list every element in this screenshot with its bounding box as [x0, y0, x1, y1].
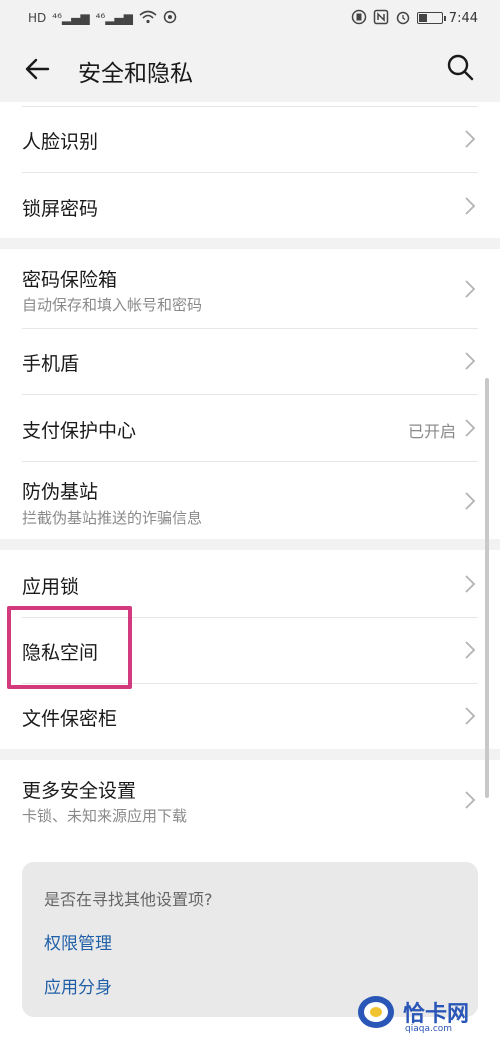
row-title: 应用锁	[22, 576, 80, 598]
row-lock-screen-password[interactable]: 锁屏密码	[0, 172, 500, 238]
row-more-security-settings[interactable]: 更多安全设置 卡锁、未知来源应用下载	[0, 760, 500, 840]
battery-fill	[418, 14, 427, 22]
row-title: 更多安全设置	[22, 780, 137, 802]
chevron-right-icon	[465, 197, 476, 215]
row-title: 防伪基站	[22, 481, 99, 503]
chevron-right-icon	[465, 280, 476, 298]
link-permission-management[interactable]: 权限管理	[44, 929, 112, 954]
row-title: 密码保险箱	[22, 269, 118, 291]
search-icon[interactable]	[444, 51, 476, 83]
row-fake-base-station[interactable]: 防伪基站 拦截伪基站推送的诈骗信息	[0, 461, 500, 539]
status-time: 7:44	[448, 10, 478, 26]
section-biometrics: 人脸识别 锁屏密码	[0, 102, 500, 238]
status-right: 7:44	[351, 9, 478, 28]
chevron-right-icon	[465, 575, 476, 593]
suggestion-question: 是否在寻找其他设置项?	[44, 890, 213, 909]
status-bar: HD ⁴⁶▂▄▆ ⁴⁶▂▄▆ 7:44	[0, 0, 500, 36]
row-payment-protection[interactable]: 支付保护中心 已开启	[0, 394, 500, 461]
signal-4g-icon-2: ⁴⁶▂▄▆	[95, 11, 133, 25]
row-subtitle: 卡锁、未知来源应用下载	[22, 807, 188, 825]
wifi-icon	[139, 10, 157, 27]
status-left: HD ⁴⁶▂▄▆ ⁴⁶▂▄▆	[28, 10, 177, 27]
row-file-safe[interactable]: 文件保密柜	[0, 683, 500, 749]
row-title: 人脸识别	[22, 131, 99, 153]
chevron-right-icon	[465, 130, 476, 148]
alarm-icon	[395, 9, 411, 28]
vibrate-icon	[351, 9, 367, 28]
nfc-icon	[373, 9, 389, 28]
row-subtitle: 拦截伪基站推送的诈骗信息	[22, 509, 203, 527]
signal-4g-icon: ⁴⁶▂▄▆	[52, 11, 90, 25]
row-face-recognition[interactable]: 人脸识别	[0, 106, 500, 172]
watermark-logo-icon	[358, 996, 394, 1028]
chevron-right-icon	[465, 419, 476, 437]
row-title: 手机盾	[22, 353, 80, 375]
section-security-tools: 密码保险箱 自动保存和填入帐号和密码 手机盾 支付保护中心 已开启 防伪基站 拦…	[0, 249, 500, 539]
sync-icon	[163, 10, 177, 27]
chevron-right-icon	[465, 791, 476, 809]
row-title: 文件保密柜	[22, 708, 118, 730]
battery-icon	[416, 12, 446, 24]
row-password-vault[interactable]: 密码保险箱 自动保存和填入帐号和密码	[0, 249, 500, 328]
row-title: 锁屏密码	[22, 198, 99, 220]
chevron-right-icon	[465, 707, 476, 725]
back-arrow-icon[interactable]	[22, 53, 54, 85]
highlight-box	[7, 606, 132, 689]
chevron-right-icon	[465, 641, 476, 659]
chevron-right-icon	[465, 492, 476, 510]
page-title: 安全和隐私	[78, 61, 193, 87]
app-bar: 安全和隐私	[0, 36, 500, 102]
row-value: 已开启	[407, 422, 456, 441]
chevron-right-icon	[465, 352, 476, 370]
watermark-domain: qiaqa.com	[405, 1024, 453, 1034]
watermark: 恰卡网 qiaqa.com	[355, 992, 469, 1034]
row-subtitle: 自动保存和填入帐号和密码	[22, 296, 203, 314]
row-title: 支付保护中心	[22, 420, 137, 442]
scrollbar[interactable]	[485, 378, 489, 798]
link-app-twin[interactable]: 应用分身	[44, 973, 112, 998]
row-phone-shield[interactable]: 手机盾	[0, 328, 500, 394]
hd-badge: HD	[28, 11, 47, 25]
